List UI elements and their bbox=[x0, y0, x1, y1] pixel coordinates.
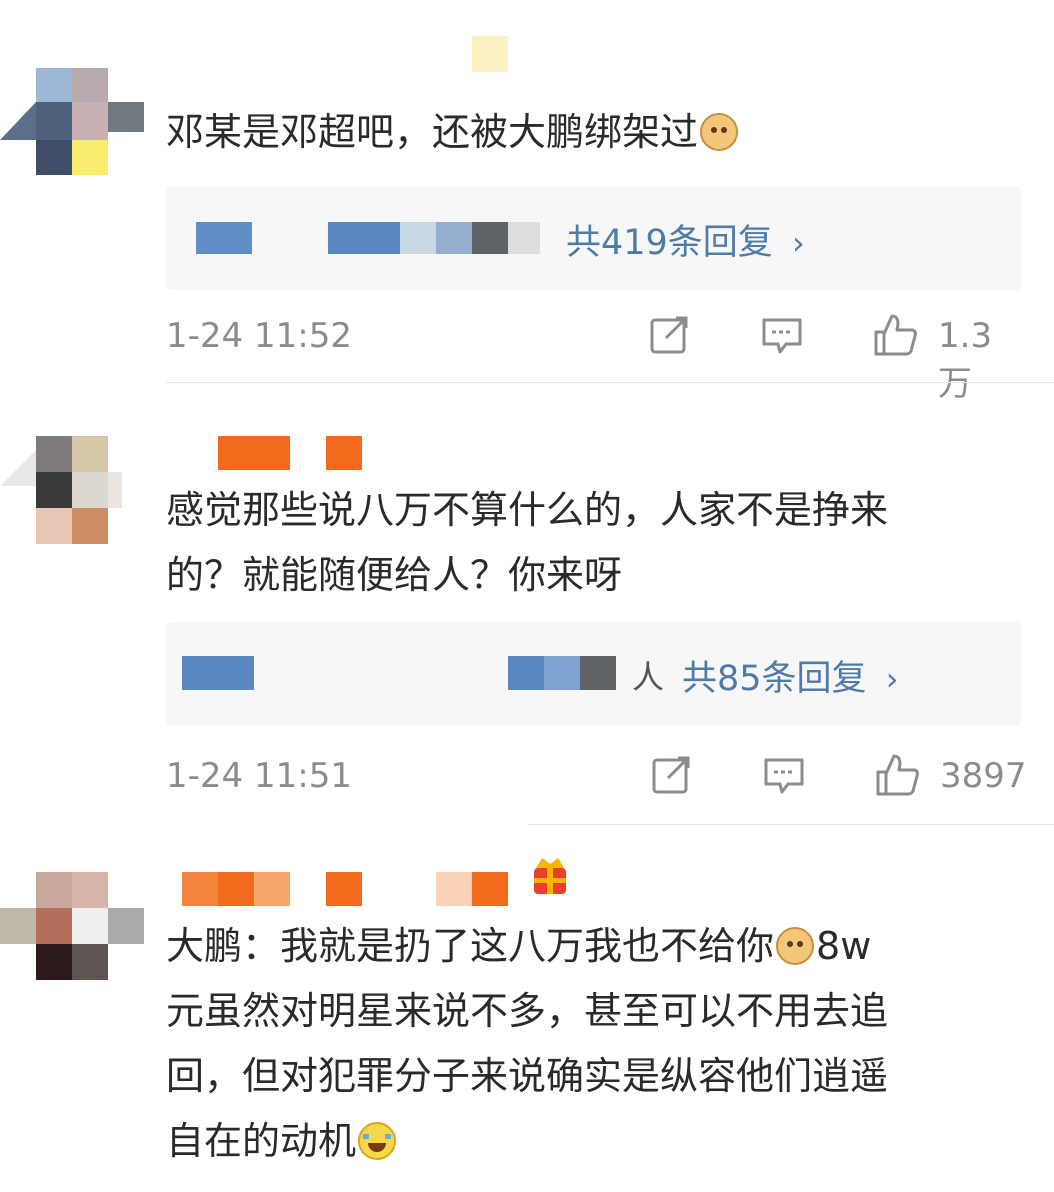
avatar[interactable] bbox=[0, 868, 150, 984]
view-replies-link[interactable]: 共419条回复 › bbox=[566, 214, 805, 265]
comment-icon[interactable] bbox=[760, 312, 804, 356]
reply-person-suffix: 人 bbox=[632, 658, 665, 696]
avatar[interactable] bbox=[0, 30, 150, 175]
comment-meta-bar: 1-24 11:51 3897 bbox=[166, 752, 1027, 802]
like-icon[interactable] bbox=[872, 312, 917, 356]
comment-text: 邓某是邓超吧，还被大鹏绑架过 bbox=[166, 100, 1026, 165]
divider bbox=[528, 824, 1054, 825]
username-redacted[interactable] bbox=[166, 436, 526, 476]
divider bbox=[166, 382, 1054, 383]
comment-icon[interactable] bbox=[762, 752, 806, 796]
chevron-right-icon: › bbox=[791, 224, 805, 262]
view-replies-link[interactable]: 共85条回复 › bbox=[682, 650, 898, 701]
share-icon[interactable] bbox=[648, 312, 692, 356]
like-count: 3897 bbox=[940, 756, 1027, 796]
avatar[interactable] bbox=[0, 430, 130, 550]
comment-time: 1-24 11:51 bbox=[166, 756, 352, 796]
doge-emoji bbox=[776, 927, 815, 965]
comment-time: 1-24 11:52 bbox=[166, 316, 352, 356]
username-redacted[interactable] bbox=[166, 36, 526, 76]
share-icon[interactable] bbox=[650, 752, 694, 796]
reply-preview-box[interactable]: 人 共85条回复 › bbox=[166, 622, 1022, 726]
comment-meta-bar: 1-24 11:52 1.3万 bbox=[166, 312, 1022, 404]
comment-text: 感觉那些说八万不算什么的，人家不是挣来 的？就能随便给人？你来呀 bbox=[166, 488, 889, 597]
comment-text: 大鹏：我就是扔了这八万我也不给你 8w 元虽然对明星来说不多，甚至可以不用去追 回… bbox=[166, 924, 889, 1163]
reply-preview-box[interactable]: 共419条回复 › bbox=[166, 186, 1022, 290]
laugh-cry-emoji bbox=[358, 1122, 397, 1160]
chevron-right-icon: › bbox=[885, 660, 899, 698]
fan-badge-icon[interactable] bbox=[530, 852, 570, 902]
username-redacted[interactable] bbox=[166, 872, 566, 912]
weibo-comments-screen: { "comments": [ { "content": "邓某是邓超吧，还被大… bbox=[0, 0, 1054, 1192]
like-count: 1.3万 bbox=[938, 316, 993, 404]
like-icon[interactable] bbox=[874, 752, 919, 796]
doge-emoji bbox=[700, 113, 739, 151]
